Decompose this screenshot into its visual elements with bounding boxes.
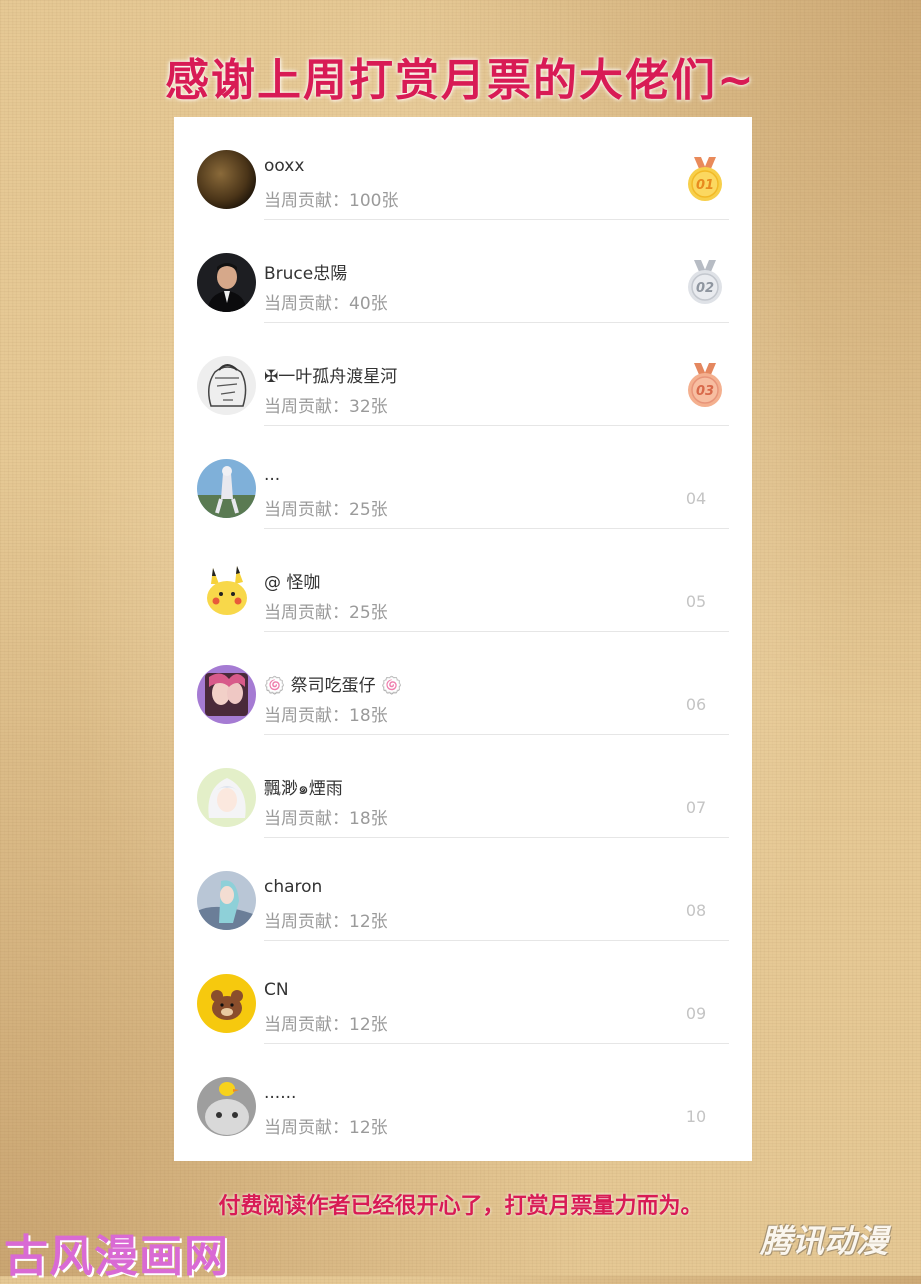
supporter-row[interactable]: ooxx 当周贡献：100张 01 bbox=[174, 117, 752, 220]
watermark-right: 腾讯动漫 bbox=[760, 1222, 889, 1260]
avatar[interactable] bbox=[197, 253, 256, 312]
supporter-name: ... bbox=[264, 465, 281, 485]
avatar[interactable] bbox=[197, 356, 256, 415]
avatar[interactable] bbox=[197, 1077, 256, 1136]
supporter-row[interactable]: CN 当周贡献：12张 09 bbox=[174, 941, 752, 1044]
rank-number: 10 bbox=[685, 1107, 707, 1126]
supporter-name: @ 怪咖 bbox=[264, 573, 321, 593]
supporter-list: ooxx 当周贡献：100张 01 Bruce忠陽 当周贡献：40张 02 ✠一… bbox=[174, 117, 752, 1161]
watermark-left: 古风漫画网 bbox=[4, 1231, 229, 1282]
avatar[interactable] bbox=[197, 562, 256, 621]
supporter-name: 飄渺๑煙雨 bbox=[264, 779, 343, 799]
supporter-contribution: 当周贡献：12张 bbox=[264, 912, 388, 932]
avatar[interactable] bbox=[197, 871, 256, 930]
supporter-row[interactable]: @ 怪咖 当周贡献：25张 05 bbox=[174, 529, 752, 632]
gold-medal-icon: 01 bbox=[688, 157, 722, 201]
avatar[interactable] bbox=[197, 459, 256, 518]
medal-rank-label: 01 bbox=[696, 178, 714, 193]
supporter-name: ✠一叶孤舟渡星河 bbox=[264, 367, 398, 387]
page-headline: 感谢上周打赏月票的大佬们~ bbox=[165, 55, 756, 106]
medal-rank-label: 03 bbox=[696, 384, 714, 399]
supporter-contribution: 当周贡献：18张 bbox=[264, 706, 388, 726]
supporter-row[interactable]: 🍥 祭司吃蛋仔 🍥 当周贡献：18张 06 bbox=[174, 632, 752, 735]
supporter-contribution: 当周贡献：18张 bbox=[264, 809, 388, 829]
supporter-row[interactable]: ...... 当周贡献：12张 10 bbox=[174, 1044, 752, 1147]
medal-rank-label: 02 bbox=[696, 281, 714, 296]
silver-medal-icon: 02 bbox=[688, 260, 722, 304]
supporter-row[interactable]: charon 当周贡献：12张 08 bbox=[174, 838, 752, 941]
rank-number: 05 bbox=[685, 592, 707, 611]
supporter-contribution: 当周贡献：12张 bbox=[264, 1118, 388, 1138]
supporter-row[interactable]: ✠一叶孤舟渡星河 当周贡献：32张 03 bbox=[174, 323, 752, 426]
supporter-name: Bruce忠陽 bbox=[264, 264, 348, 284]
rank-number: 04 bbox=[685, 489, 707, 508]
rank-number: 09 bbox=[685, 1004, 707, 1023]
rank-number: 06 bbox=[685, 695, 707, 714]
supporter-name: CN bbox=[264, 980, 289, 1000]
avatar[interactable] bbox=[197, 665, 256, 724]
avatar[interactable] bbox=[197, 974, 256, 1033]
supporter-name: ...... bbox=[264, 1083, 297, 1103]
avatar[interactable] bbox=[197, 150, 256, 209]
supporter-contribution: 当周贡献：25张 bbox=[264, 500, 388, 520]
supporter-contribution: 当周贡献：12张 bbox=[264, 1015, 388, 1035]
supporter-row[interactable]: 飄渺๑煙雨 当周贡献：18张 07 bbox=[174, 735, 752, 838]
supporter-row[interactable]: Bruce忠陽 当周贡献：40张 02 bbox=[174, 220, 752, 323]
supporter-contribution: 当周贡献：25张 bbox=[264, 603, 388, 623]
supporter-name: 🍥 祭司吃蛋仔 🍥 bbox=[264, 676, 403, 696]
supporter-contribution: 当周贡献：32张 bbox=[264, 397, 388, 417]
supporter-contribution: 当周贡献：40张 bbox=[264, 294, 388, 314]
supporter-name: charon bbox=[264, 877, 323, 897]
rank-number: 07 bbox=[685, 798, 707, 817]
supporter-name: ooxx bbox=[264, 156, 305, 176]
bronze-medal-icon: 03 bbox=[688, 363, 722, 407]
supporter-contribution: 当周贡献：100张 bbox=[264, 191, 399, 211]
avatar[interactable] bbox=[197, 768, 256, 827]
supporter-row[interactable]: ... 当周贡献：25张 04 bbox=[174, 426, 752, 529]
rank-number: 08 bbox=[685, 901, 707, 920]
